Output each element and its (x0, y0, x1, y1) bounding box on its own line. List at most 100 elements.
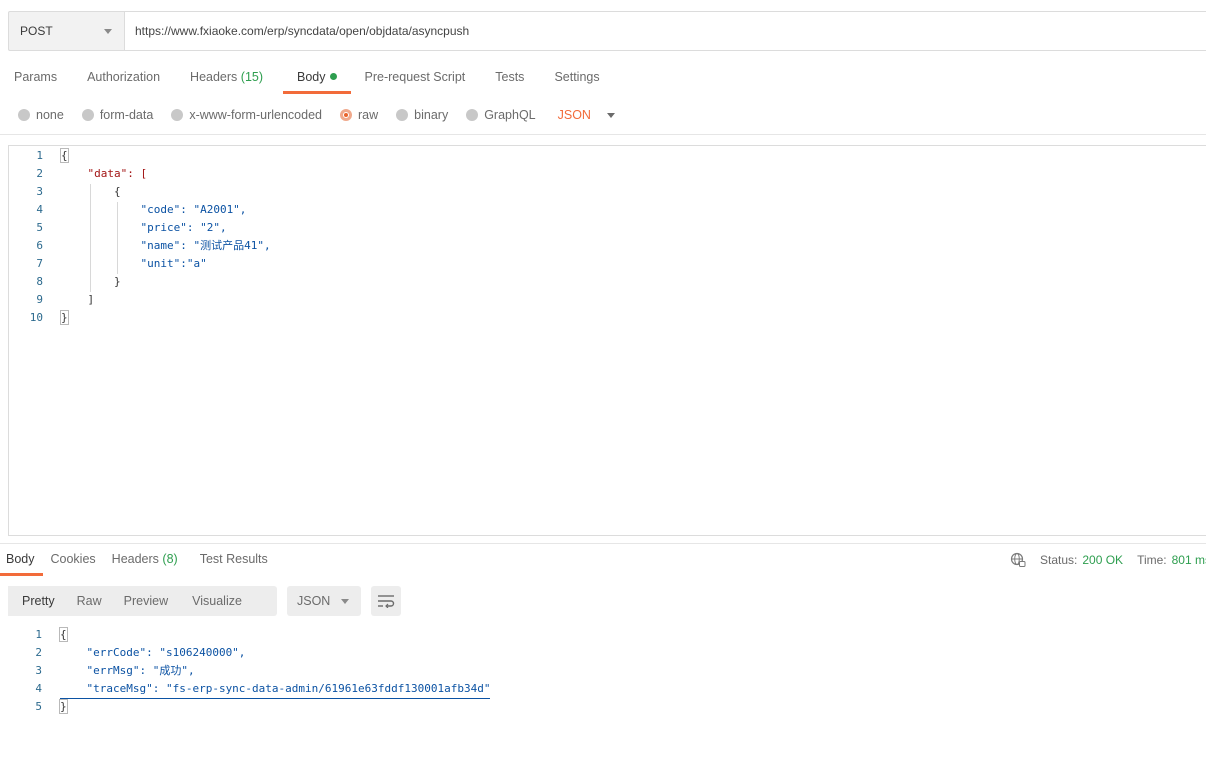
response-tab-test-results[interactable]: Test Results (186, 548, 276, 576)
time-value[interactable]: 801 ms (1172, 553, 1206, 567)
request-bar: POST https://www.fxiaoke.com/erp/syncdat… (8, 11, 1206, 51)
option-label: none (36, 108, 64, 122)
tab-tests[interactable]: Tests (479, 62, 538, 94)
code-text: } (59, 698, 68, 716)
code-text: "errMsg": "成功", (60, 664, 195, 677)
tab-params[interactable]: Params (0, 62, 71, 94)
tab-label: Tests (495, 70, 525, 84)
code-text: "code": "A2001", (61, 203, 247, 216)
code-text: { (60, 147, 69, 165)
format-label: JSON (297, 594, 331, 608)
line-number: 6 (36, 239, 43, 252)
globe-icon[interactable] (1010, 552, 1026, 568)
tab-headers[interactable]: Headers (15) (174, 62, 277, 94)
radio-icon (18, 109, 30, 121)
option-label: GraphQL (484, 108, 536, 122)
tab-label: Test Results (199, 552, 268, 566)
tab-settings[interactable]: Settings (538, 62, 613, 94)
view-pretty-button[interactable]: Pretty (8, 586, 69, 616)
modified-dot-icon (329, 73, 337, 80)
code-text: "price": "2", (61, 221, 227, 234)
response-view-group: Pretty Raw Preview Visualize (8, 586, 277, 616)
line-number: 7 (36, 257, 43, 270)
response-format-select[interactable]: JSON (287, 586, 361, 616)
line-number: 3 (35, 664, 42, 677)
code-token: } (60, 310, 69, 325)
line-number: 2 (35, 646, 42, 659)
body-type-none[interactable]: none (18, 108, 64, 122)
view-visualize-button[interactable]: Visualize (182, 586, 256, 616)
option-label: raw (358, 108, 379, 122)
line-number: 4 (35, 682, 42, 695)
tab-label: Params (14, 70, 58, 84)
method-label: POST (20, 24, 53, 38)
tab-count: (8) (162, 552, 178, 566)
code-text: ] (61, 293, 95, 306)
tab-label: Cookies (50, 552, 96, 566)
line-number: 2 (36, 167, 43, 180)
request-body-editor[interactable]: 1{ 2 "data": [ 3 { 4 "code": "A2001", 5 … (8, 145, 1206, 536)
wrap-lines-icon (378, 595, 395, 608)
code-text: "data": [ (61, 167, 148, 180)
view-preview-button[interactable]: Preview (116, 586, 182, 616)
response-tab-body[interactable]: Body (0, 548, 43, 576)
code-token: { (60, 148, 69, 163)
response-tab-cookies[interactable]: Cookies (43, 548, 104, 576)
code-token: { (59, 627, 68, 642)
code-text: "errCode": "s106240000", (60, 646, 246, 659)
line-number: 3 (36, 185, 43, 198)
tab-pre-request-script[interactable]: Pre-request Script (351, 62, 480, 94)
line-number: 5 (35, 700, 42, 713)
body-type-urlencoded[interactable]: x-www-form-urlencoded (171, 108, 322, 122)
divider (0, 134, 1206, 135)
tab-body[interactable]: Body (283, 62, 351, 94)
tab-label: Headers (111, 552, 159, 566)
tab-label: Headers (190, 70, 238, 84)
wrap-lines-button[interactable] (371, 586, 401, 616)
radio-icon (171, 109, 184, 121)
code-text: } (61, 275, 121, 288)
body-type-options: none form-data x-www-form-urlencoded raw… (18, 104, 615, 126)
chevron-down-icon (606, 112, 615, 118)
chevron-down-icon (104, 28, 112, 34)
view-raw-button[interactable]: Raw (69, 586, 116, 616)
code-text: { (59, 626, 68, 644)
radio-icon (396, 109, 409, 121)
body-type-raw[interactable]: raw (340, 108, 378, 122)
tab-count: (15) (240, 70, 264, 84)
tab-label: Authorization (87, 70, 161, 84)
response-body-viewer[interactable]: 1 { 2 "errCode": "s106240000", 3 "errMsg"… (8, 626, 1206, 726)
status-label: Status: (1040, 553, 1078, 567)
tab-label: Settings (554, 70, 600, 84)
radio-checked-icon (340, 109, 352, 121)
body-type-graphql[interactable]: GraphQL (466, 108, 536, 122)
view-label: Visualize (192, 594, 242, 608)
code-text: } (60, 309, 69, 327)
body-type-form-data[interactable]: form-data (81, 108, 154, 122)
response-tab-headers[interactable]: Headers (8) (104, 548, 186, 576)
tab-label: Pre-request Script (364, 70, 466, 84)
time-label: Time: (1137, 553, 1167, 567)
url-text: https://www.fxiaoke.com/erp/syncdata/ope… (135, 24, 470, 38)
line-number: 9 (36, 293, 43, 306)
line-number: 4 (36, 203, 43, 216)
option-label: form-data (99, 108, 154, 122)
radio-icon (466, 109, 479, 121)
line-number: 1 (35, 628, 42, 641)
tab-authorization[interactable]: Authorization (71, 62, 174, 94)
line-number: 8 (36, 275, 43, 288)
response-tabs: Body Cookies Headers (8) Test Results (0, 548, 276, 576)
code-text[interactable]: "traceMsg": "fs-erp-sync-data-admin/6196… (60, 680, 491, 699)
tab-label: Body (297, 70, 326, 84)
method-select[interactable]: POST (8, 11, 124, 51)
line-number: 10 (29, 311, 43, 324)
code-text: { (61, 185, 121, 198)
view-label: Preview (123, 594, 169, 608)
line-number: 1 (36, 149, 43, 162)
body-type-binary[interactable]: binary (396, 108, 448, 122)
divider (0, 543, 1206, 544)
raw-format-select[interactable]: JSON (558, 108, 615, 122)
url-input[interactable]: https://www.fxiaoke.com/erp/syncdata/ope… (124, 11, 1206, 51)
raw-format-label: JSON (557, 108, 591, 122)
status-value[interactable]: 200 OK (1082, 553, 1123, 567)
